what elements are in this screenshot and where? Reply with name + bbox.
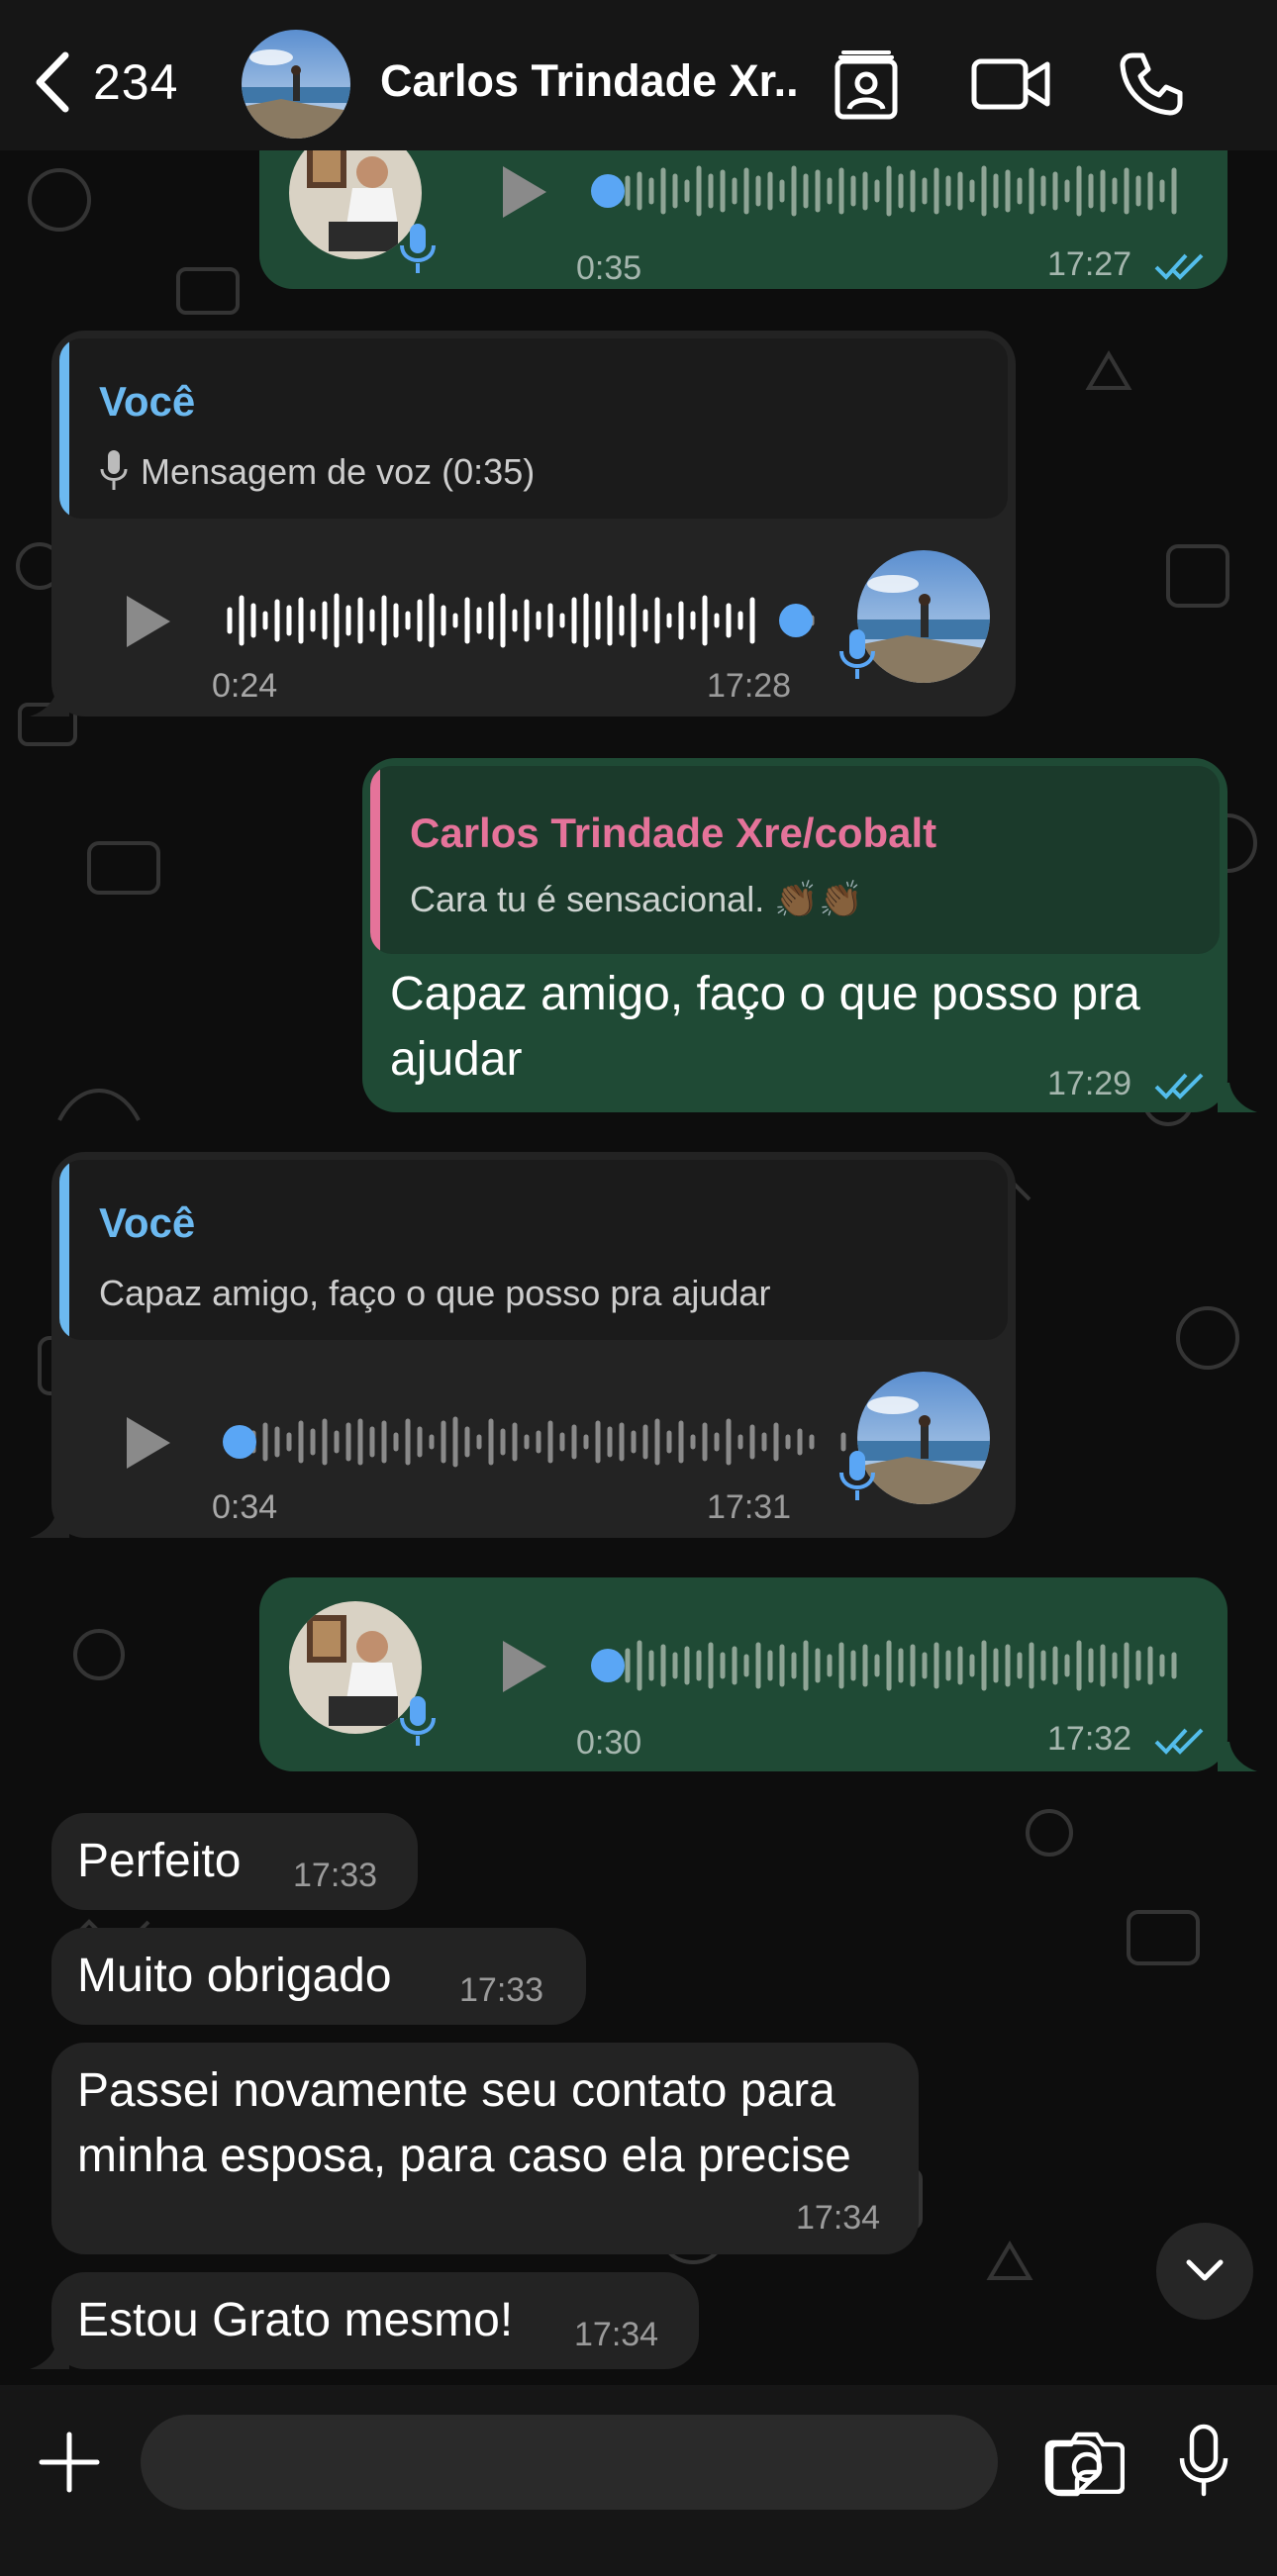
quote-sender: Você [99, 1199, 196, 1246]
phone-icon [1120, 52, 1183, 116]
waveform[interactable] [586, 156, 1200, 226]
text-message-in[interactable]: Estou Grato mesmo! 17:34 [51, 2272, 699, 2369]
video-call-button[interactable] [966, 40, 1055, 129]
reply-quote[interactable]: Você Mensagem de voz (0:35) [59, 338, 1008, 519]
mic-icon [400, 1696, 436, 1746]
voice-message-in[interactable]: Você Mensagem de voz (0:35) 0:24 17:28 [51, 331, 1016, 716]
play-icon[interactable] [117, 1411, 176, 1475]
voice-message-in[interactable]: Você Capaz amigo, faço o que posso pra a… [51, 1152, 1016, 1538]
plus-icon[interactable] [34, 2427, 105, 2498]
read-ticks-icon [1154, 253, 1204, 280]
message-time: 17:34 [796, 2199, 881, 2237]
message-composer [0, 2385, 1277, 2576]
bubble-tail [1218, 1742, 1257, 1771]
quote-bar [59, 1160, 69, 1340]
message-text: Muito obrigado [77, 1950, 392, 2002]
chevron-left-icon [36, 51, 69, 113]
bubble-tail [30, 1508, 69, 1538]
waveform[interactable] [586, 1631, 1200, 1700]
message-time: 17:27 [1047, 245, 1132, 283]
message-time: 17:34 [574, 2316, 659, 2353]
bubble-tail [30, 687, 69, 716]
message-time: 17:33 [293, 1857, 378, 1894]
mic-icon [400, 224, 436, 273]
voice-duration: 0:34 [212, 1488, 278, 1526]
message-input-box[interactable] [141, 2415, 1102, 2510]
text-message-in[interactable]: Passei novamente seu contato para minha … [51, 2043, 919, 2254]
quote-sender: Carlos Trindade Xre/cobalt [410, 810, 937, 856]
play-icon[interactable] [117, 590, 176, 653]
play-icon[interactable] [493, 160, 552, 224]
quote-bar [59, 338, 69, 519]
message-time: 17:33 [459, 1971, 544, 2009]
quote-text: Capaz amigo, faço o que posso pra ajudar [99, 1273, 771, 1313]
unread-count: 234 [93, 54, 179, 110]
message-text: Perfeito [77, 1835, 242, 1887]
message-text: Passei novamente seu contato para minha … [77, 2064, 851, 2182]
scroll-to-bottom-button[interactable] [1156, 2223, 1253, 2320]
text-message-out[interactable]: Carlos Trindade Xre/cobalt Cara tu é sen… [362, 758, 1228, 1112]
sender-avatar [857, 1372, 990, 1504]
video-camera-icon [971, 58, 1050, 110]
contact-name[interactable]: Carlos Trindade Xr... [380, 55, 796, 107]
waveform[interactable] [210, 1407, 853, 1477]
voice-duration: 0:30 [576, 1724, 642, 1762]
sender-avatar [857, 550, 990, 683]
camera-icon[interactable] [1049, 2429, 1125, 2494]
quote-sender: Você [99, 378, 196, 425]
mic-icon [839, 629, 875, 679]
play-icon[interactable] [493, 1635, 552, 1698]
voice-call-button[interactable] [1107, 40, 1196, 129]
voice-duration: 0:24 [212, 667, 278, 705]
voice-message-out[interactable]: 0:35 17:27 [259, 150, 1228, 289]
message-time: 17:31 [707, 1488, 792, 1526]
message-time: 17:29 [1047, 1065, 1132, 1102]
read-ticks-icon [1154, 1728, 1204, 1755]
message-time: 17:28 [707, 667, 792, 705]
reply-quote[interactable]: Carlos Trindade Xre/cobalt Cara tu é sen… [370, 766, 1220, 954]
reply-quote[interactable]: Você Capaz amigo, faço o que posso pra a… [59, 1160, 1008, 1340]
read-ticks-icon [1154, 1073, 1204, 1099]
message-input[interactable] [170, 2415, 903, 2510]
contact-card-icon [835, 50, 898, 120]
quote-text: Mensagem de voz (0:35) [141, 451, 536, 492]
bubble-tail [1218, 1083, 1257, 1112]
message-text: Estou Grato mesmo! [77, 2294, 514, 2346]
quote-bar [370, 766, 380, 954]
waveform[interactable] [220, 586, 853, 655]
voice-duration: 0:35 [576, 249, 642, 287]
text-message-in[interactable]: Muito obrigado 17:33 [51, 1928, 586, 2025]
mic-icon[interactable] [1178, 2423, 1229, 2498]
chat-header: 234 Carlos Trindade Xr... [0, 0, 1277, 150]
voice-message-out[interactable]: 0:30 17:32 [259, 1577, 1228, 1771]
mic-icon [839, 1451, 875, 1500]
chevron-down-icon [1186, 2259, 1224, 2281]
mic-icon [100, 450, 128, 490]
text-message-in[interactable]: Perfeito 17:33 [51, 1813, 418, 1910]
back-button[interactable]: 234 [30, 48, 178, 117]
message-time: 17:32 [1047, 1720, 1132, 1758]
chat-area[interactable]: 0:35 17:27 Você Mensagem de voz (0:35) 0… [0, 150, 1277, 2385]
contact-card-button[interactable] [822, 40, 911, 129]
bubble-tail [30, 2339, 69, 2369]
contact-avatar[interactable] [242, 30, 350, 139]
quote-text: Cara tu é sensacional. 👏🏾👏🏾 [410, 879, 863, 919]
